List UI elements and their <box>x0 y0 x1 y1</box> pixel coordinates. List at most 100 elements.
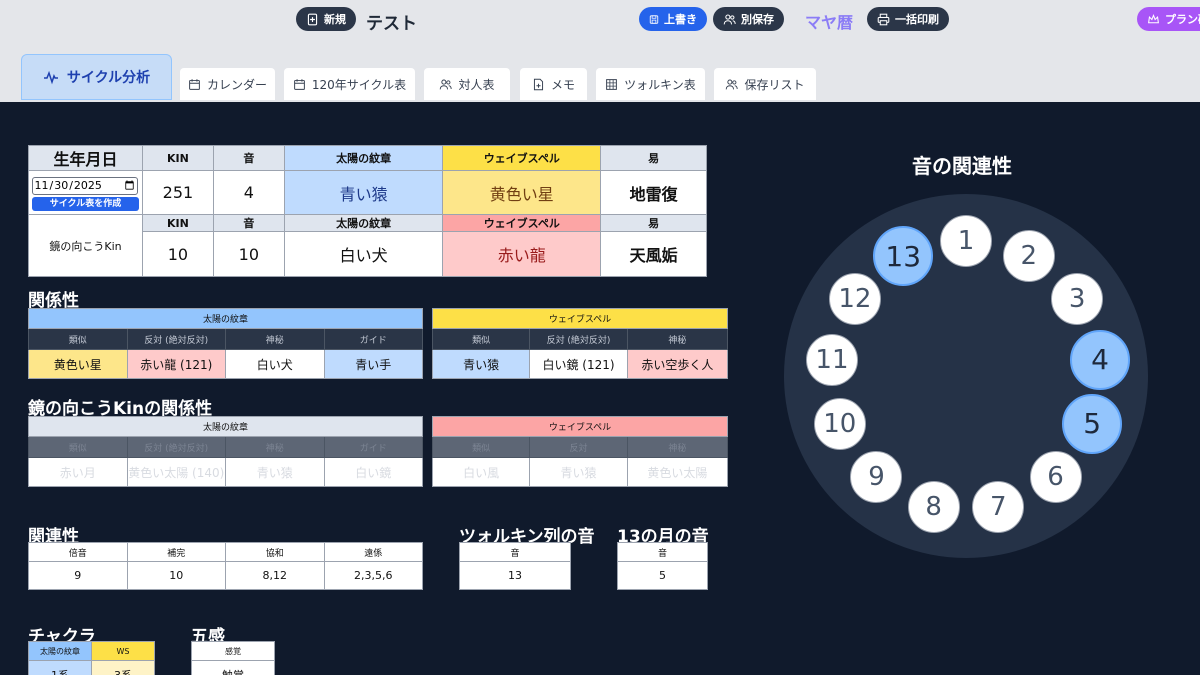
grid-icon <box>606 78 618 90</box>
tone-1-circle[interactable]: 1 <box>940 215 992 267</box>
tone-11-circle[interactable]: 11 <box>805 333 858 386</box>
relation-wave-table: ウェイブスペル 類似 反対 (絶対反対) 神秘 青い猿 白い鏡 (121) 赤い… <box>431 308 729 379</box>
relation-seal-table: 太陽の紋章 類似 反対 (絶対反対) 神秘 ガイド 黄色い星 赤い龍 (121)… <box>28 308 423 379</box>
relation-wave-header: ウェイブスペル <box>432 308 728 329</box>
mirror-seal-col: 類似 <box>28 436 128 458</box>
tab-120-year-cycle[interactable]: 120年サイクル表 <box>284 68 415 100</box>
tab-cycle-analysis-label: サイクル分析 <box>66 70 151 86</box>
chakra-table: 太陽の紋章 WS 1系 3系 <box>28 641 155 675</box>
mirror-wave-header: ウェイブスペル <box>432 416 728 437</box>
users-icon <box>723 14 736 24</box>
mirror-wave-occult: 黄色い太陽 <box>626 457 729 487</box>
mirror-seal-col: 反対 (絶対反対) <box>126 436 226 458</box>
save-as-label: 別保存 <box>741 13 774 26</box>
tone-5-circle[interactable]: 5 <box>1062 393 1123 454</box>
users-icon <box>726 79 739 89</box>
tab-tzolkin-table[interactable]: ツォルキン表 <box>596 68 705 100</box>
mirror-wave-col: 反対 <box>529 436 628 458</box>
birthdate-input[interactable] <box>32 176 139 195</box>
connection-distant: 2,3,5,6 <box>323 561 423 590</box>
tone-8-circle[interactable]: 8 <box>907 481 960 534</box>
pulse-icon <box>43 70 58 85</box>
relation-seal-header: 太陽の紋章 <box>28 308 423 329</box>
kin-info-table: 生年月日 KIN 音 太陽の紋章 ウェイブスペル 易 サイクル表を作成 251 … <box>28 145 707 277</box>
mirror-wave-analog: 白い風 <box>431 457 531 487</box>
moon-tone-col: 音 <box>617 542 708 562</box>
tab-interpersonal-label: 対人表 <box>458 77 495 92</box>
tzolkin-tone-col: 音 <box>459 542 571 562</box>
tab-memo-label: メモ <box>550 77 575 92</box>
relation-wave-antipode: 白い鏡 (121) <box>529 349 628 379</box>
tone-header: 音 <box>212 145 285 171</box>
relation-wave-occult: 赤い空歩く人 <box>626 349 729 379</box>
mirror-seal-col: ガイド <box>323 436 423 458</box>
wavespell-value: 黄色い星 <box>442 170 602 215</box>
file-plus-icon <box>533 78 544 90</box>
birthdate-label: 生年月日 <box>28 145 143 171</box>
tone-circle-title: 音の関連性 <box>912 154 1012 178</box>
tone-4-circle[interactable]: 4 <box>1070 329 1131 390</box>
tone-12-circle[interactable]: 12 <box>828 273 881 326</box>
mirror-wave-col: 類似 <box>431 436 531 458</box>
tone-2-circle[interactable]: 2 <box>1002 230 1055 283</box>
relation-seal-col: 反対 (絶対反対) <box>126 328 226 350</box>
relation-seal-antipode: 赤い龍 (121) <box>126 349 226 379</box>
relation-seal-guide: 青い手 <box>323 349 423 379</box>
mirror-seal-guide: 白い鏡 <box>323 457 423 487</box>
tone-6-circle[interactable]: 6 <box>1029 451 1082 504</box>
senses-col: 感覚 <box>191 641 275 661</box>
mirror-tone-value: 10 <box>212 231 285 277</box>
connection-col: 補完 <box>126 542 226 562</box>
mirror-eki-value: 天風姤 <box>600 231 707 277</box>
save-as-button[interactable]: 別保存 <box>713 7 784 31</box>
mirror-relation-seal-table: 太陽の紋章 類似 反対 (絶対反対) 神秘 ガイド 赤い月 黄色い太陽 (140… <box>28 416 423 487</box>
mirror-seal-occult: 青い猿 <box>225 457 325 487</box>
tone-value: 4 <box>212 170 285 215</box>
tab-cycle-analysis[interactable]: サイクル分析 <box>21 54 172 100</box>
relation-wave-col: 類似 <box>431 328 531 350</box>
mirror-wave-col: 神秘 <box>626 436 729 458</box>
tab-interpersonal[interactable]: 対人表 <box>424 68 510 100</box>
mirror-wavespell-header: ウェイブスペル <box>442 213 602 233</box>
senses-value: 触覚 <box>191 660 275 675</box>
relation-seal-occult: 白い犬 <box>225 349 325 379</box>
crown-icon <box>1148 13 1159 23</box>
create-cycle-button[interactable]: サイクル表を作成 <box>32 196 139 211</box>
mirror-tone-header: 音 <box>212 213 285 233</box>
kin-value: 251 <box>141 170 214 215</box>
tab-tzolkin-table-label: ツォルキン表 <box>624 77 696 92</box>
mirror-seal-value: 白い犬 <box>283 231 444 277</box>
new-button[interactable]: 新規 <box>296 7 356 31</box>
print-all-label: 一括印刷 <box>895 13 939 26</box>
print-all-button[interactable]: 一括印刷 <box>867 7 949 31</box>
tone-7-circle[interactable]: 7 <box>972 481 1025 534</box>
tzolkin-tone-table: 音 13 <box>459 542 571 590</box>
printer-icon <box>877 13 890 25</box>
connection-table: 倍音 補完 協和 遠係 9 10 8,12 2,3,5,6 <box>28 542 423 590</box>
eki-header: 易 <box>600 145 707 171</box>
eki-value: 地雷復 <box>600 170 707 215</box>
chakra-ws-value: 3系 <box>91 660 155 675</box>
save-icon <box>649 14 659 24</box>
connection-col: 遠係 <box>323 542 423 562</box>
calendar-icon <box>189 78 200 90</box>
overwrite-button[interactable]: 上書き <box>639 7 707 31</box>
connection-overtone: 9 <box>28 561 128 590</box>
birthdate-cell: サイクル表を作成 <box>28 170 143 215</box>
tone-10-circle[interactable]: 10 <box>813 397 866 450</box>
connection-col: 倍音 <box>28 542 128 562</box>
tab-saved-list[interactable]: 保存リスト <box>714 68 816 100</box>
new-label: 新規 <box>324 13 346 26</box>
tab-saved-list-label: 保存リスト <box>744 77 805 92</box>
maya-link[interactable]: マヤ暦 <box>805 9 853 33</box>
tab-120-year-cycle-label: 120年サイクル表 <box>311 77 407 92</box>
connection-complement: 10 <box>126 561 226 590</box>
tone-3-circle[interactable]: 3 <box>1051 273 1104 326</box>
relation-wave-analog: 青い猿 <box>431 349 531 379</box>
tab-memo[interactable]: メモ <box>520 68 587 100</box>
plan-button[interactable]: プラン確 <box>1137 7 1200 31</box>
tab-calendar[interactable]: カレンダー <box>180 68 275 100</box>
users-icon <box>440 79 453 89</box>
mirror-wavespell-value: 赤い龍 <box>442 231 602 277</box>
moon-tone-value: 5 <box>617 561 708 590</box>
